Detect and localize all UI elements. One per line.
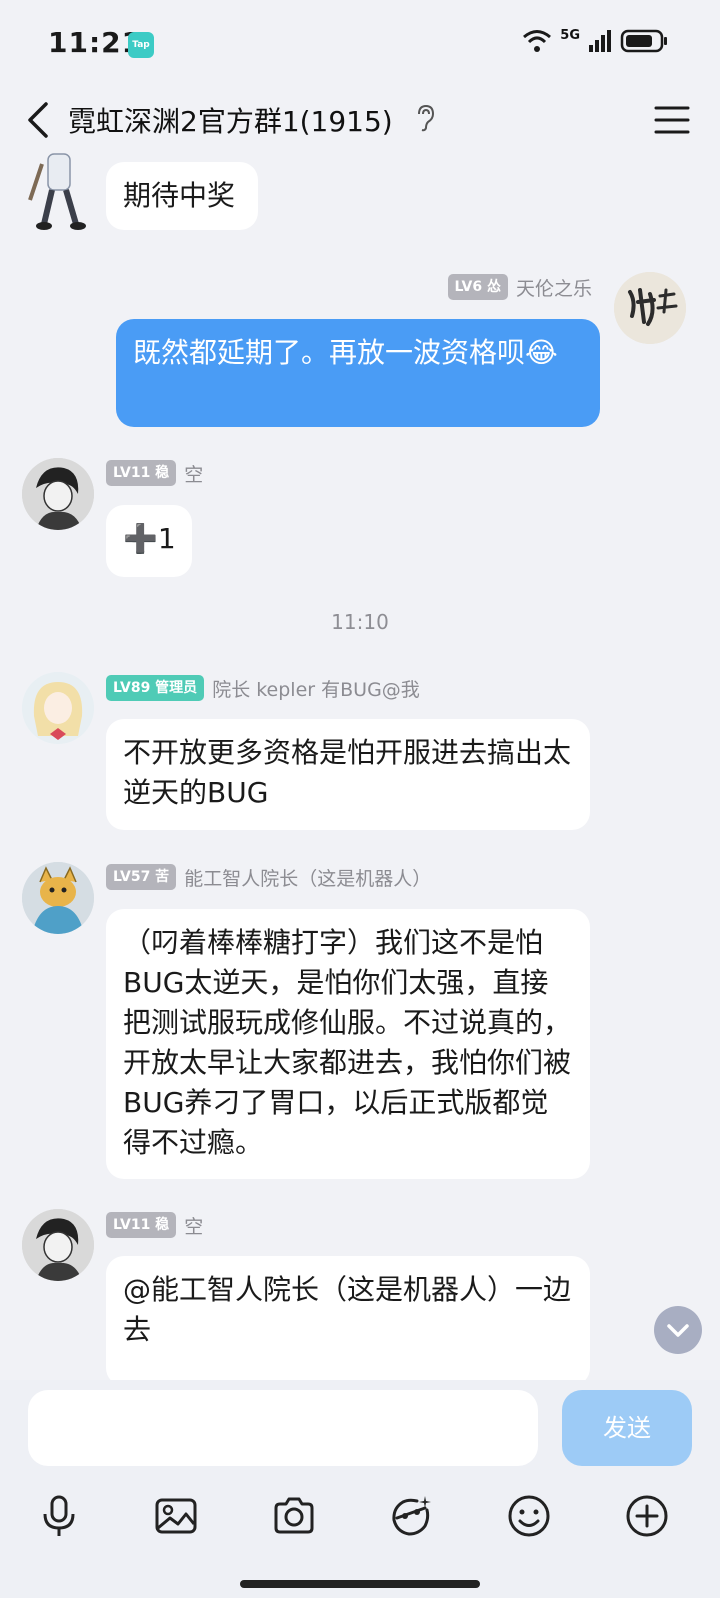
microphone-icon — [43, 1495, 75, 1536]
level-badge: LV11 稳 — [106, 1212, 177, 1238]
cat-character-avatar — [22, 862, 94, 934]
avatar[interactable] — [22, 458, 94, 530]
send-button[interactable]: 发送 — [562, 1390, 692, 1466]
message-bubble[interactable]: 不开放更多资格是怕开服进去搞出太逆天的BUG — [106, 719, 590, 830]
signal-icon — [589, 30, 611, 52]
image-button[interactable] — [146, 1486, 206, 1546]
message-bubble[interactable]: ➕1 — [106, 505, 192, 577]
input-toolbar — [0, 1486, 720, 1546]
menu-button[interactable] — [652, 102, 692, 138]
sticker-button[interactable] — [381, 1486, 441, 1546]
chevron-down-icon — [667, 1324, 689, 1337]
calligraphy-avatar — [614, 272, 686, 344]
sender-name[interactable]: 空 — [184, 1212, 203, 1239]
input-bar: 发送 — [0, 1380, 720, 1598]
admin-badge: LV89 管理员 — [106, 675, 205, 701]
image-icon — [155, 1498, 197, 1534]
avatar[interactable] — [22, 862, 94, 934]
message-meta: LV11 稳 空 — [106, 1211, 203, 1239]
back-arrow-icon — [28, 102, 48, 138]
chat-message-list[interactable]: 期待中奖 LV6 怂 天伦之乐 既然都延期了。再放一波资格呗😂 LV11 稳 空… — [0, 152, 720, 1380]
nav-bar: 霓虹深渊2官方群1(1915) — [0, 92, 720, 152]
wifi-icon — [523, 30, 552, 52]
sender-name[interactable]: 空 — [184, 460, 203, 487]
message-meta: LV6 怂 天伦之乐 — [447, 273, 592, 301]
scroll-to-bottom-button[interactable] — [654, 1306, 702, 1354]
battery-icon — [620, 29, 667, 53]
emoji-icon — [508, 1495, 550, 1537]
chat-title[interactable]: 霓虹深渊2官方群1(1915) — [68, 100, 393, 140]
anime-girl-avatar — [22, 672, 94, 744]
avatar[interactable] — [22, 1209, 94, 1281]
camera-button[interactable] — [264, 1486, 324, 1546]
sender-name[interactable]: 能工智人院长（这是机器人） — [184, 864, 431, 891]
message-bubble-outgoing[interactable]: 既然都延期了。再放一波资格呗😂 — [116, 319, 600, 427]
message-meta: LV11 稳 空 — [106, 459, 203, 487]
sender-name[interactable]: 天伦之乐 — [516, 274, 592, 301]
character-figure-avatar — [28, 153, 86, 230]
message-meta: LV89 管理员 院长 kepler 有BUG@我 — [106, 674, 420, 702]
level-badge: LV11 稳 — [106, 460, 177, 486]
avatar[interactable] — [614, 272, 686, 344]
camera-icon — [274, 1497, 314, 1534]
back-button[interactable] — [18, 96, 66, 144]
message-meta: LV57 苦 能工智人院长（这是机器人） — [106, 863, 431, 891]
voice-button[interactable] — [29, 1486, 89, 1546]
message-bubble[interactable]: @能工智人院长（这是机器人）一边去 — [106, 1256, 590, 1380]
message-bubble[interactable]: 期待中奖 — [106, 162, 258, 230]
anime-boy-avatar — [22, 1209, 94, 1281]
sticker-icon — [392, 1496, 431, 1536]
ear-icon — [418, 104, 435, 132]
tap-badge: Tap — [128, 32, 154, 58]
avatar[interactable] — [22, 152, 96, 234]
plus-icon — [626, 1495, 668, 1537]
message-bubble[interactable]: （叼着棒棒糖打字）我们这不是怕BUG太逆天，是怕你们太强，直接把测试服玩成修仙服… — [106, 909, 590, 1179]
level-badge: LV6 怂 — [447, 274, 508, 300]
status-bar: 11:21 Tap 5G — [0, 0, 720, 90]
message-input[interactable] — [28, 1390, 538, 1466]
more-button[interactable] — [617, 1486, 677, 1546]
network-label: 5G — [560, 27, 580, 43]
level-badge: LV57 苦 — [106, 864, 177, 890]
avatar[interactable] — [22, 672, 94, 744]
home-indicator[interactable] — [240, 1580, 480, 1588]
status-icons: 5G — [522, 28, 668, 54]
sender-name[interactable]: 院长 kepler 有BUG@我 — [212, 675, 420, 702]
anime-boy-avatar — [22, 458, 94, 530]
time-divider: 11:10 — [331, 610, 389, 634]
emoji-button[interactable] — [499, 1486, 559, 1546]
hamburger-menu-icon — [654, 106, 690, 134]
